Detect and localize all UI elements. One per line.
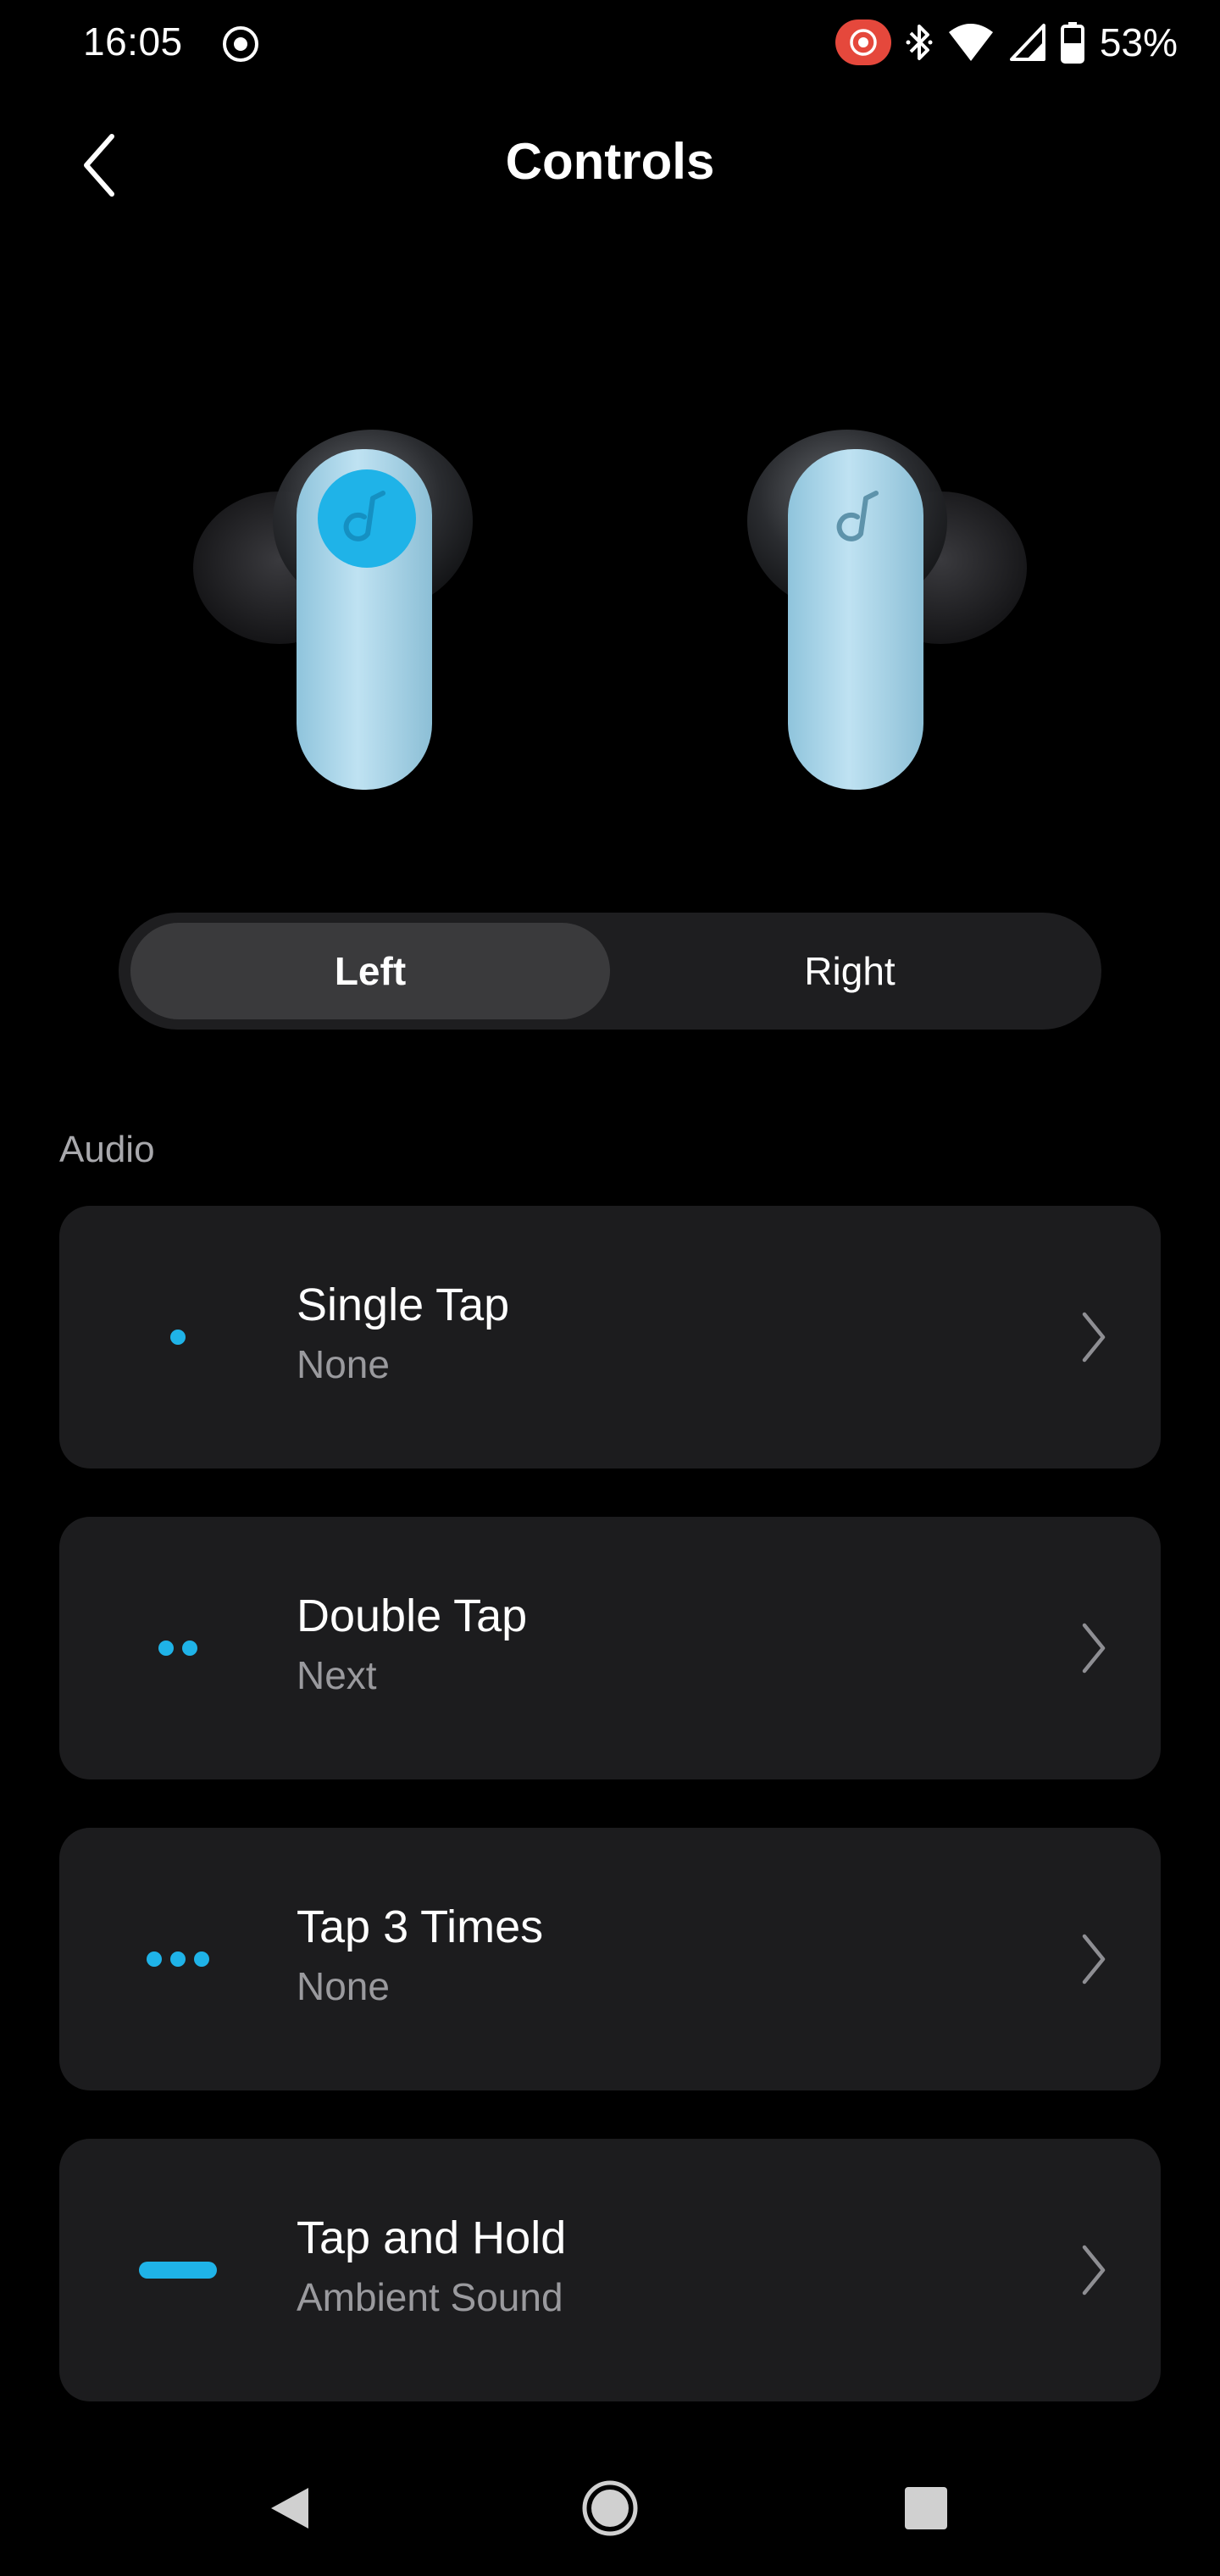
control-double-tap[interactable]: Double Tap Next	[59, 1517, 1161, 1779]
triple-dot-icon	[127, 1908, 229, 2010]
status-icons: 53%	[835, 17, 1178, 68]
battery-percent: 53%	[1099, 20, 1178, 64]
chevron-right-icon	[1082, 1623, 1106, 1674]
right-earbud	[747, 430, 1027, 790]
tab-right[interactable]: Right	[610, 923, 1090, 1019]
control-title: Single Tap	[297, 1280, 510, 1330]
control-single-tap[interactable]: Single Tap None	[59, 1206, 1161, 1468]
control-value: None	[297, 1342, 390, 1386]
status-time: 16:05	[83, 19, 183, 64]
wifi-icon	[948, 24, 993, 61]
screen-record-icon	[223, 26, 258, 62]
battery-icon	[1060, 22, 1084, 64]
signal-icon	[1009, 24, 1045, 61]
bluetooth-icon	[906, 25, 933, 60]
control-title: Double Tap	[297, 1591, 528, 1641]
double-dot-icon	[127, 1597, 229, 1699]
earbuds-image	[193, 430, 1027, 790]
control-tap-3-times[interactable]: Tap 3 Times None	[59, 1828, 1161, 2090]
control-tap-and-hold[interactable]: Tap and Hold Ambient Sound	[59, 2139, 1161, 2401]
tab-left[interactable]: Left	[130, 923, 610, 1019]
nav-back-button[interactable]	[239, 2457, 341, 2559]
cast-icon	[835, 19, 891, 65]
control-value: Next	[297, 1653, 377, 1697]
chevron-right-icon	[1082, 1312, 1106, 1363]
chevron-right-icon	[1082, 2245, 1106, 2296]
control-title: Tap 3 Times	[297, 1901, 544, 1952]
nav-home-icon	[582, 2480, 638, 2536]
chevron-right-icon	[1082, 1934, 1106, 1985]
control-value: Ambient Sound	[297, 2275, 563, 2319]
system-nav-bar	[0, 2440, 1220, 2576]
nav-home-button[interactable]	[559, 2457, 661, 2559]
hold-bar-icon	[127, 2219, 229, 2321]
control-value: None	[297, 1964, 390, 2008]
single-dot-icon	[127, 1286, 229, 1388]
left-earbud	[193, 430, 473, 790]
section-label-audio: Audio	[59, 1129, 155, 1170]
nav-recents-icon	[905, 2487, 947, 2529]
side-toggle: Left Right	[119, 913, 1101, 1030]
page-title: Controls	[505, 133, 715, 190]
status-bar: 16:05 53%	[0, 0, 1220, 85]
nav-back-icon	[271, 2488, 308, 2529]
nav-recents-button[interactable]	[875, 2457, 977, 2559]
control-title: Tap and Hold	[297, 2212, 567, 2263]
